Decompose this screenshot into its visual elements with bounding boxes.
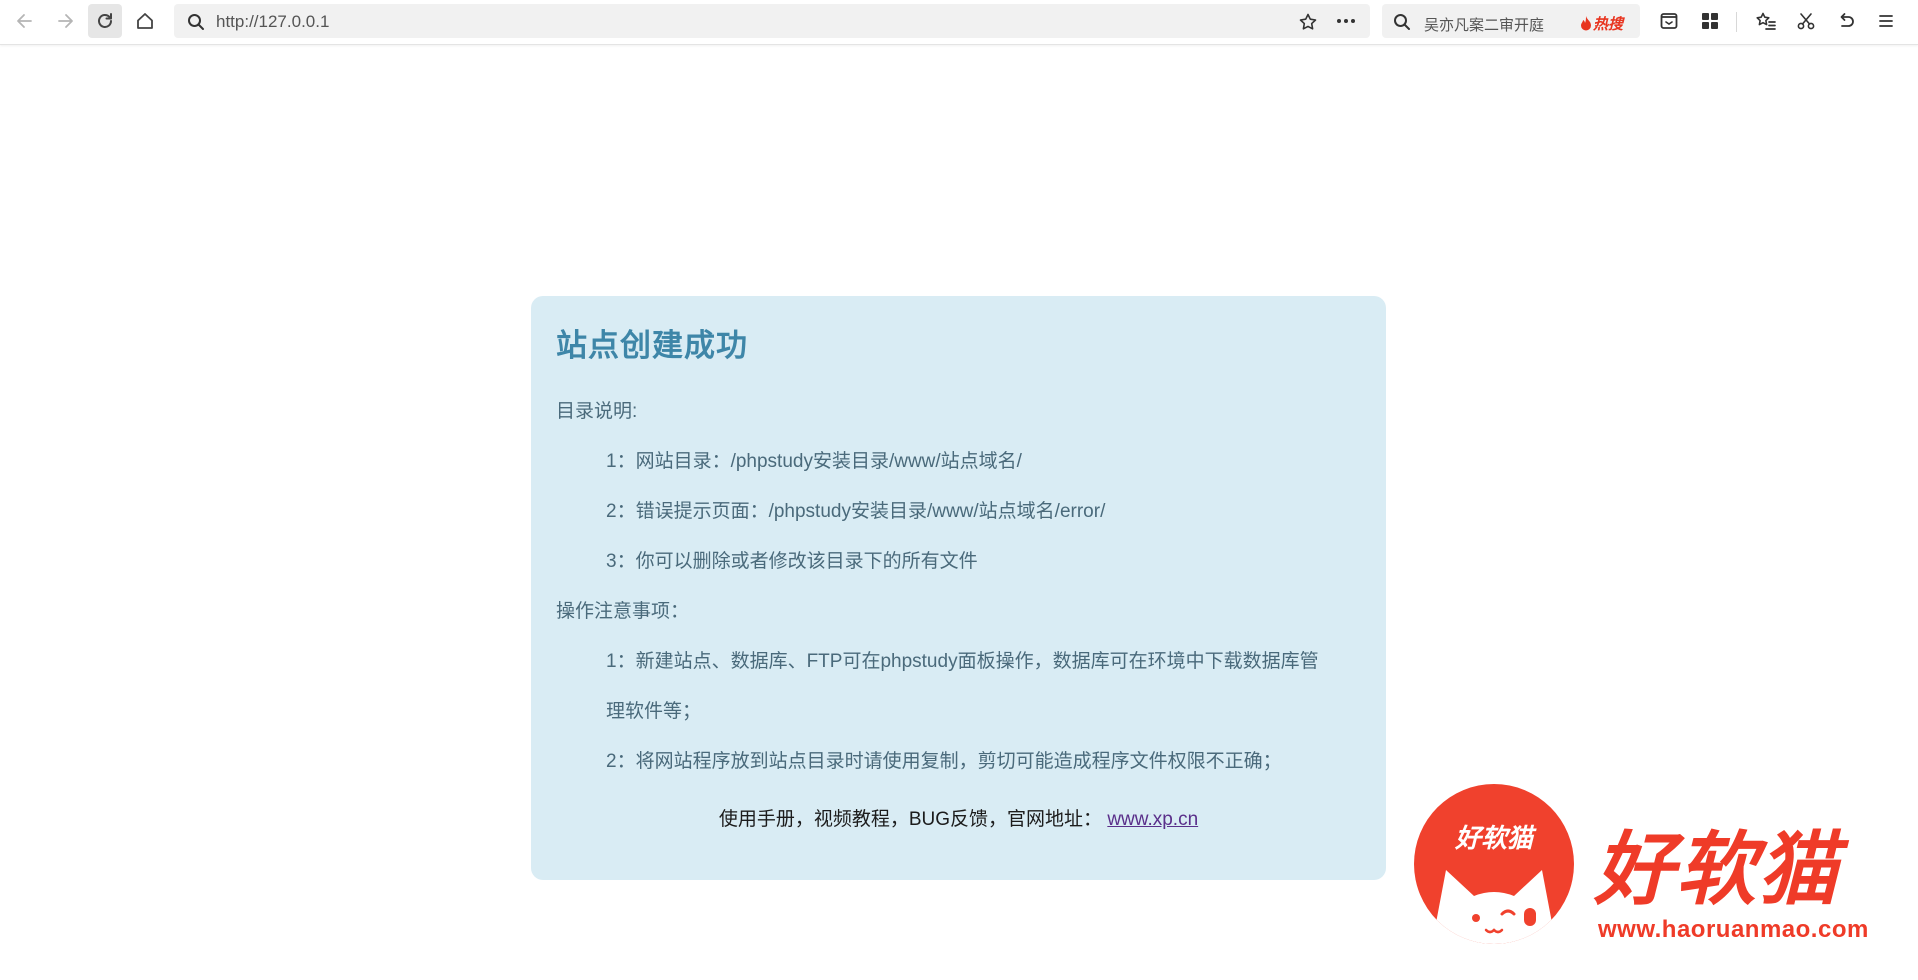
home-icon [137, 13, 153, 29]
list-item: 2：错误提示页面：/phpstudy安装目录/www/站点域名/error/ [606, 501, 1106, 522]
reload-button[interactable] [88, 4, 122, 38]
favorites-button[interactable] [1749, 4, 1783, 38]
list-item-continuation: 理软件等； [606, 701, 702, 722]
screenshot-button[interactable] [1789, 4, 1823, 38]
home-button[interactable] [128, 4, 162, 38]
star-icon[interactable] [1298, 12, 1318, 32]
menu-button[interactable] [1869, 4, 1903, 38]
section-heading-notes: 操作注意事项： [556, 601, 690, 622]
browser-toolbar: http://127.0.0.1 吴亦凡案二审开庭 热搜 [0, 0, 1918, 45]
success-card: 站点创建成功 目录说明: 1：网站目录：/phpstudy安装目录/www/站点… [531, 296, 1386, 880]
page-title: 站点创建成功 [556, 328, 748, 363]
star-list-icon [1756, 12, 1776, 30]
arrow-left-icon [17, 14, 32, 28]
section-heading-directory: 目录说明: [556, 401, 638, 422]
reader-button[interactable] [1652, 4, 1686, 38]
more-dots-icon[interactable] [1336, 18, 1356, 24]
url-text[interactable]: http://127.0.0.1 [216, 12, 329, 32]
flame-icon [1581, 16, 1591, 31]
footer-text: 使用手册，视频教程，BUG反馈，官网地址： [718, 809, 1103, 830]
toolbar-separator [1736, 12, 1737, 32]
watermark-url: www.haoruanmao.com [1598, 916, 1869, 943]
reader-icon [1660, 13, 1678, 29]
apps-button[interactable] [1693, 4, 1727, 38]
undo-icon [1840, 13, 1854, 27]
hot-badge-label: 热搜 [1593, 16, 1624, 33]
back-button[interactable] [8, 4, 42, 38]
hot-search-box[interactable]: 吴亦凡案二审开庭 热搜 [1382, 4, 1640, 38]
reload-icon [98, 13, 112, 28]
grid-icon [1702, 13, 1718, 29]
list-item: 3：你可以删除或者修改该目录下的所有文件 [606, 551, 978, 572]
arrow-right-icon [58, 14, 73, 28]
undo-button[interactable] [1829, 4, 1863, 38]
official-site-link[interactable]: www.xp.cn [1107, 809, 1198, 830]
hot-search-badge: 热搜 [1580, 13, 1623, 34]
list-item: 1：新建站点、数据库、FTP可在phpstudy面板操作，数据库可在环境中下载数… [606, 651, 1319, 672]
search-icon [1394, 14, 1410, 30]
hot-search-query[interactable]: 吴亦凡案二审开庭 [1424, 14, 1544, 35]
watermark-brand: 好软猫 [1594, 825, 1840, 914]
forward-button[interactable] [48, 4, 82, 38]
cat-face-icon [1432, 870, 1556, 944]
hamburger-menu-icon [1879, 15, 1893, 27]
watermark-logo: 好软猫 [1414, 784, 1574, 944]
list-item: 1：网站目录：/phpstudy安装目录/www/站点域名/ [606, 451, 1022, 472]
address-bar[interactable]: http://127.0.0.1 [174, 4, 1370, 38]
scissors-icon [1797, 13, 1815, 30]
search-icon [188, 14, 204, 30]
footer-links: 使用手册，视频教程，BUG反馈，官网地址： www.xp.cn [531, 804, 1386, 831]
list-item: 2：将网站程序放到站点目录时请使用复制，剪切可能造成程序文件权限不正确； [606, 751, 1282, 772]
